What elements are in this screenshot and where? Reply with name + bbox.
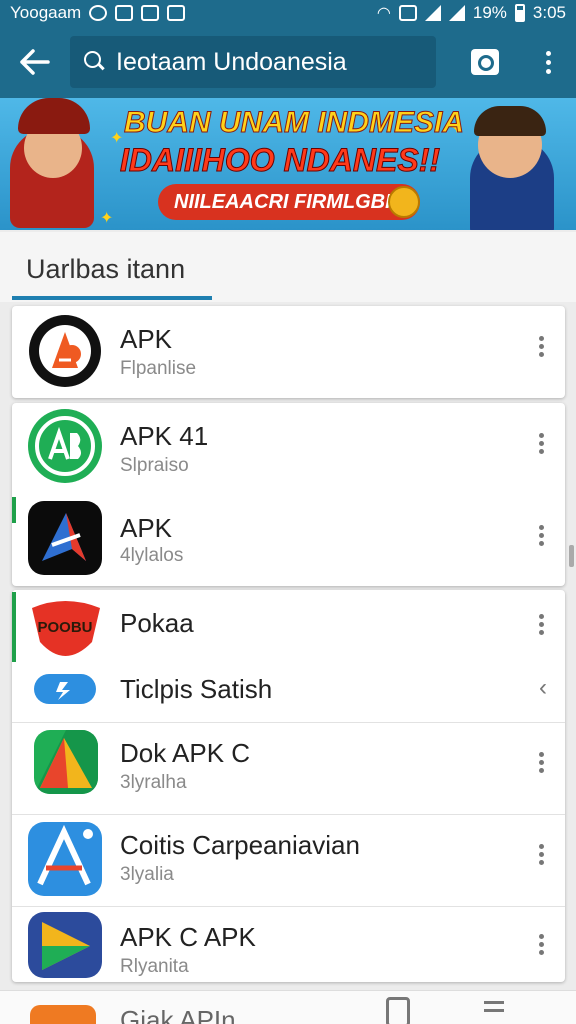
phone-icon[interactable] <box>386 997 410 1024</box>
camera-icon <box>471 49 499 75</box>
app-toolbar: Ieotaam Undoanesia <box>0 26 576 98</box>
clock: 3:05 <box>532 3 566 22</box>
list-item[interactable]: Coitis Carpeaniavian 3lyalia <box>12 814 565 906</box>
camera-search-button[interactable] <box>450 26 520 98</box>
item-menu-button[interactable] <box>533 752 549 773</box>
clipboard-icon <box>141 5 160 21</box>
arrow-left-icon <box>20 49 50 75</box>
app-subtitle: 4lylalos <box>120 545 184 566</box>
carrier-label: Yoogaam <box>10 3 82 22</box>
signal-icon <box>424 5 441 21</box>
coin-icon <box>388 186 420 218</box>
list-item[interactable]: Ticlpis Satish ‹ <box>12 658 565 722</box>
app-name: APK <box>120 513 173 543</box>
bottom-app-icon[interactable] <box>30 1005 96 1024</box>
wifi-icon: ◠ <box>376 5 391 22</box>
list-item[interactable]: APK Flpanlise <box>12 306 565 398</box>
section-title[interactable]: Uarlbas itann <box>26 254 185 285</box>
app-name: APK 41 <box>120 421 209 451</box>
app-subtitle: Flpanlise <box>120 358 197 379</box>
item-menu-button[interactable] <box>533 614 549 635</box>
app-name: APK C APK <box>120 922 256 952</box>
nfc-icon <box>398 5 417 21</box>
scrollbar[interactable] <box>569 545 574 567</box>
banner-pill: NIILEAACRI FIRMLGBI <box>158 184 420 220</box>
banner-headline: BUAN UNAM INDMESIA <box>124 106 465 140</box>
apk-app-icon <box>29 315 101 387</box>
app-card: POOBU Pokaa Ticlpis Satish ‹ Dok APK C 3… <box>12 590 565 982</box>
apk-c-app-icon <box>28 912 102 978</box>
promo-banner[interactable]: ✦ ✦ ✦ BUAN UNAM INDMESIA IDAIIIHOO NDANE… <box>0 98 576 230</box>
dok-apk-app-icon <box>34 730 98 794</box>
list-item[interactable]: APK 4lylalos <box>12 495 565 587</box>
app-name: Ticlpis Satish <box>120 674 273 704</box>
menu-icon[interactable] <box>484 1001 504 1017</box>
mascot-right-hair <box>474 106 546 136</box>
back-button[interactable] <box>0 26 70 98</box>
app-subtitle: Slpraiso <box>120 455 189 476</box>
app-card: APK 41 Slpraiso APK 4lylalos <box>12 403 565 586</box>
app-name: Coitis Carpeaniavian <box>120 830 360 860</box>
status-bar: Yoogaam ◠ 19% 3:05 <box>0 0 576 26</box>
battery-percent: 19% <box>472 3 507 22</box>
list-item[interactable]: APK 41 Slpraiso <box>12 403 565 495</box>
overflow-menu-button[interactable] <box>520 26 576 98</box>
item-menu-button[interactable] <box>533 844 549 865</box>
bottom-bar: Giak APIn <box>0 990 576 1024</box>
list-item[interactable]: Dok APK C 3lyralha <box>12 722 565 814</box>
app-subtitle: 3lyralha <box>120 772 187 793</box>
section-header: Uarlbas itann <box>0 232 576 302</box>
bottom-label[interactable]: Giak APIn <box>120 1005 236 1024</box>
item-menu-button[interactable] <box>533 336 549 357</box>
apk-arrow-app-icon <box>28 501 102 575</box>
item-menu-button[interactable] <box>533 934 549 955</box>
app-name: Pokaa <box>120 608 194 638</box>
app-name: APK <box>120 324 173 354</box>
grid-icon <box>115 5 134 21</box>
app-card: APK Flpanlise <box>12 306 565 398</box>
search-input[interactable]: Ieotaam Undoanesia <box>70 36 436 88</box>
item-menu-button[interactable] <box>533 433 549 454</box>
ticket-app-icon <box>34 674 96 704</box>
app-name: Dok APK C <box>120 738 251 768</box>
signal-icon-2 <box>448 5 465 21</box>
list-item[interactable]: POOBU Pokaa <box>12 590 565 658</box>
item-menu-button[interactable] <box>533 525 549 546</box>
notification-icon <box>89 5 108 21</box>
mascot-left-hat <box>18 98 90 134</box>
list-item[interactable]: APK C APK Rlyanita <box>12 906 565 982</box>
camera-icon <box>167 5 186 21</box>
battery-icon <box>514 4 525 22</box>
search-icon <box>82 49 108 75</box>
carpeaniavian-app-icon <box>28 822 102 896</box>
search-query: Ieotaam Undoanesia <box>116 47 347 76</box>
app-subtitle: Rlyanita <box>120 956 189 977</box>
pokebu-icon-text: POOBU <box>37 619 92 636</box>
tab-indicator <box>12 296 212 300</box>
ab-app-icon <box>28 409 102 483</box>
app-subtitle: 3lyalia <box>120 864 174 885</box>
chevron-left-icon[interactable]: ‹ <box>539 674 547 702</box>
banner-subheadline: IDAIIIHOO NDANES!! <box>120 142 441 179</box>
